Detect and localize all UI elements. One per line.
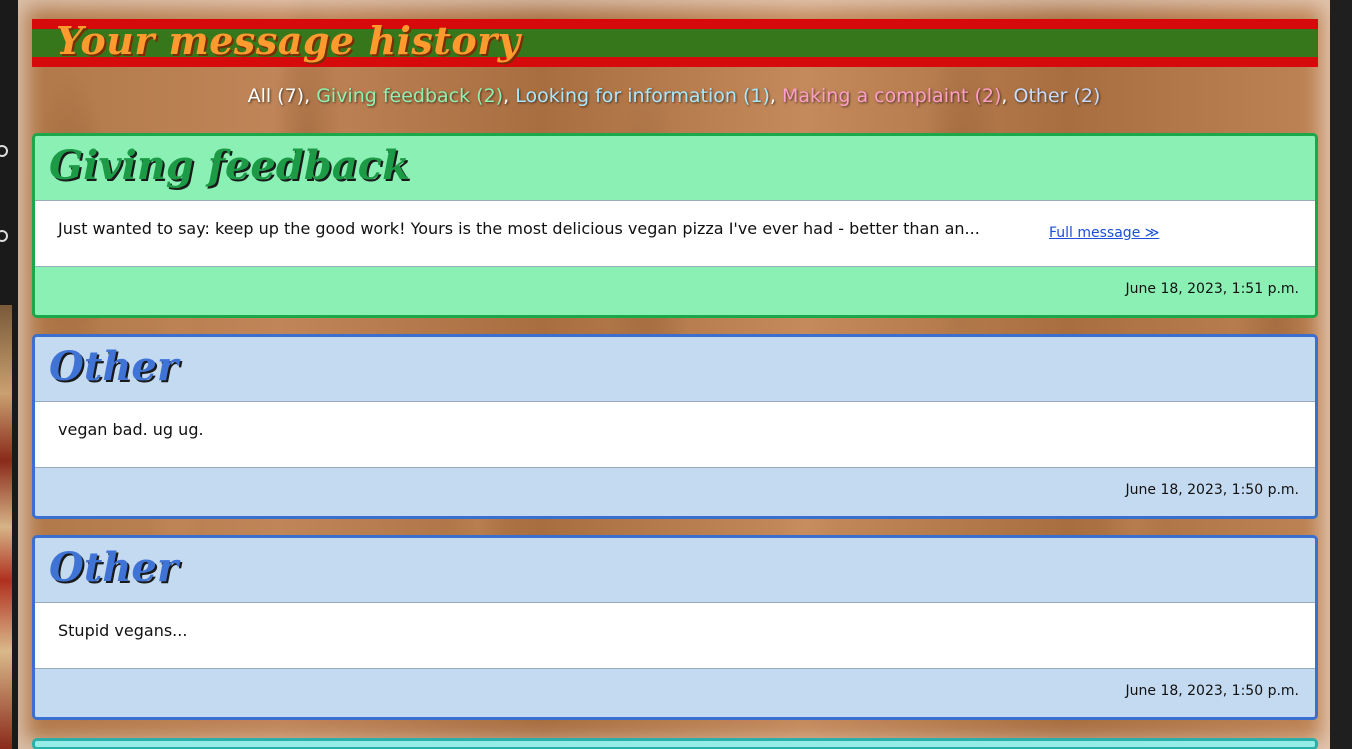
message-category-title: Other <box>49 343 178 390</box>
message-card-other: Other Stupid vegans... June 18, 2023, 1:… <box>32 535 1318 720</box>
message-card-footer: June 18, 2023, 1:50 p.m. <box>35 468 1315 516</box>
page-title: Your message history <box>56 18 521 63</box>
message-category-title: Giving feedback <box>49 142 410 189</box>
filter-other-link[interactable]: Other (2) <box>1014 85 1101 107</box>
filter-separator: , <box>503 85 516 107</box>
message-timestamp: June 18, 2023, 1:50 p.m. <box>1125 482 1300 498</box>
message-card-footer: June 18, 2023, 1:51 p.m. <box>35 267 1315 315</box>
category-filter-bar: All (7), Giving feedback (2), Looking fo… <box>18 82 1330 110</box>
left-window-strip <box>0 0 18 749</box>
message-text: Just wanted to say: keep up the good wor… <box>58 219 980 238</box>
background-image-sliver <box>0 305 12 749</box>
message-card-header: Giving feedback <box>35 136 1315 200</box>
message-card-header: Other <box>35 337 1315 401</box>
message-card-other: Other vegan bad. ug ug. June 18, 2023, 1… <box>32 334 1318 519</box>
message-timestamp: June 18, 2023, 1:51 p.m. <box>1125 281 1300 297</box>
message-card-partial <box>32 738 1318 749</box>
message-history-page: Your message history All (7), Giving fee… <box>18 0 1330 749</box>
message-timestamp: June 18, 2023, 1:50 p.m. <box>1125 683 1300 699</box>
filter-all-link[interactable]: All (7) <box>248 85 305 107</box>
title-banner: Your message history <box>32 19 1318 67</box>
partial-icon <box>0 230 8 242</box>
filter-separator: , <box>1001 85 1014 107</box>
filter-separator: , <box>304 85 317 107</box>
partial-icon <box>0 145 8 157</box>
message-card-body: vegan bad. ug ug. <box>35 401 1315 468</box>
message-card-body: Stupid vegans... <box>35 602 1315 669</box>
message-card-feedback: Giving feedback Just wanted to say: keep… <box>32 133 1318 318</box>
message-card-footer: June 18, 2023, 1:50 p.m. <box>35 669 1315 717</box>
filter-separator: , <box>769 85 782 107</box>
message-text: vegan bad. ug ug. <box>58 420 204 439</box>
filter-information-link[interactable]: Looking for information (1) <box>515 85 770 107</box>
right-window-edge <box>1330 0 1352 749</box>
message-card-header: Other <box>35 538 1315 602</box>
message-category-title: Other <box>49 544 178 591</box>
full-message-link[interactable]: Full message ≫ <box>1049 225 1159 241</box>
message-text: Stupid vegans... <box>58 621 188 640</box>
filter-complaint-link[interactable]: Making a complaint (2) <box>782 85 1001 107</box>
message-card-body: Just wanted to say: keep up the good wor… <box>35 200 1315 267</box>
filter-feedback-link[interactable]: Giving feedback (2) <box>316 85 503 107</box>
